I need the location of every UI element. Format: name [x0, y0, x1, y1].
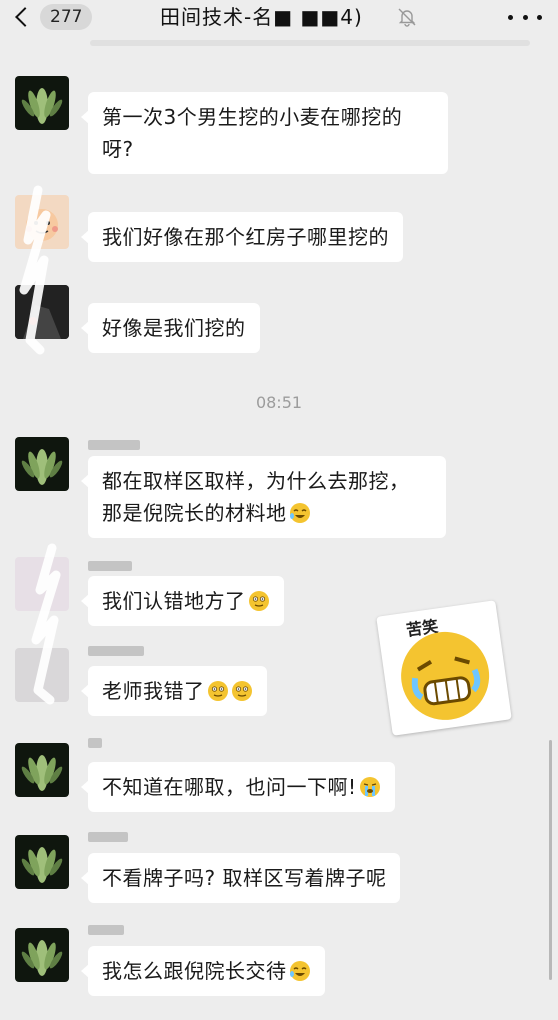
wheat-avatar[interactable]	[15, 835, 69, 889]
wheat-icon	[21, 88, 63, 124]
awkward-smile-emoji	[231, 681, 252, 701]
wheat-icon	[21, 449, 63, 485]
message-bubble[interactable]: 好像是我们挖的	[81, 303, 260, 353]
photo-avatar[interactable]	[15, 557, 69, 611]
wheat-avatar[interactable]	[15, 76, 69, 130]
portrait-icon	[15, 285, 69, 339]
sender-name-blurred	[88, 440, 140, 450]
message-timestamp: 08:51	[255, 393, 303, 412]
message-bubble[interactable]: 我怎么跟倪院长交待	[81, 946, 325, 996]
more-options-button[interactable]	[508, 4, 542, 30]
sender-name-blurred	[88, 925, 124, 935]
bitter-laugh-sticker[interactable]: 苦笑	[376, 600, 512, 736]
awkward-smile-emoji	[207, 681, 228, 701]
sender-name-blurred	[88, 561, 132, 571]
wheat-avatar[interactable]	[15, 437, 69, 491]
dark-avatar[interactable]	[15, 285, 69, 339]
unread-count-badge: 277	[40, 4, 93, 30]
dot-icon	[508, 14, 513, 20]
wheat-avatar[interactable]	[15, 743, 69, 797]
back-button[interactable]: 277	[10, 3, 93, 31]
sender-name-blurred	[88, 646, 144, 656]
cartoon-face-icon	[26, 209, 58, 241]
chat-screen: 277 田间技术-名■ ■■4) 第一次3个男生挖的小麦在哪挖的 呀? 我们好像…	[0, 0, 558, 1020]
message-bubble[interactable]: 第一次3个男生挖的小麦在哪挖的 呀?	[81, 92, 448, 174]
message-bubble[interactable]: 我们好像在那个红房子哪里挖的	[81, 212, 403, 262]
scrollbar[interactable]	[549, 740, 552, 980]
wheat-avatar[interactable]	[15, 928, 69, 982]
back-chevron-icon	[15, 7, 35, 27]
cartoon-avatar[interactable]	[15, 195, 69, 249]
sender-name-blurred	[88, 832, 128, 842]
wheat-icon	[21, 847, 63, 883]
message-bubble[interactable]: 不知道在哪取，也问一下啊!	[81, 762, 395, 812]
photo-avatar[interactable]	[15, 648, 69, 702]
message-text: 那是倪院长的材料地	[102, 501, 287, 525]
mute-bell-icon	[398, 8, 416, 27]
message-text: 不知道在哪取，也问一下啊!	[102, 775, 357, 799]
header-shadow-divider	[90, 40, 530, 46]
wheat-icon	[21, 755, 63, 791]
chat-title: 田间技术-名■ ■■4)	[160, 5, 363, 29]
laughing-tears-emoji	[289, 961, 310, 981]
message-bubble[interactable]: 不看牌子吗? 取样区写着牌子呢	[80, 853, 401, 903]
message-text: 我们认错地方了	[102, 589, 246, 613]
dot-icon	[522, 14, 528, 20]
awkward-smile-emoji	[248, 591, 269, 611]
chat-header: 277 田间技术-名■ ■■4)	[0, 0, 558, 34]
message-text: 我怎么跟倪院长交待	[102, 959, 287, 983]
crying-emoji	[359, 777, 380, 797]
dot-icon	[537, 14, 542, 20]
message-bubble[interactable]: 都在取样区取样，为什么去那挖， 那是倪院长的材料地	[81, 456, 446, 538]
message-line: 都在取样区取样，为什么去那挖，	[102, 469, 410, 493]
message-text: 老师我错了	[102, 679, 205, 703]
message-bubble[interactable]: 我们认错地方了	[81, 576, 284, 626]
message-bubble[interactable]: 老师我错了	[81, 666, 267, 716]
message-line: 那是倪院长的材料地	[102, 497, 432, 529]
bitter-laugh-face-icon	[401, 631, 490, 720]
wheat-icon	[21, 940, 63, 976]
sender-name-blurred	[88, 738, 102, 748]
laughing-tears-emoji	[289, 503, 310, 523]
